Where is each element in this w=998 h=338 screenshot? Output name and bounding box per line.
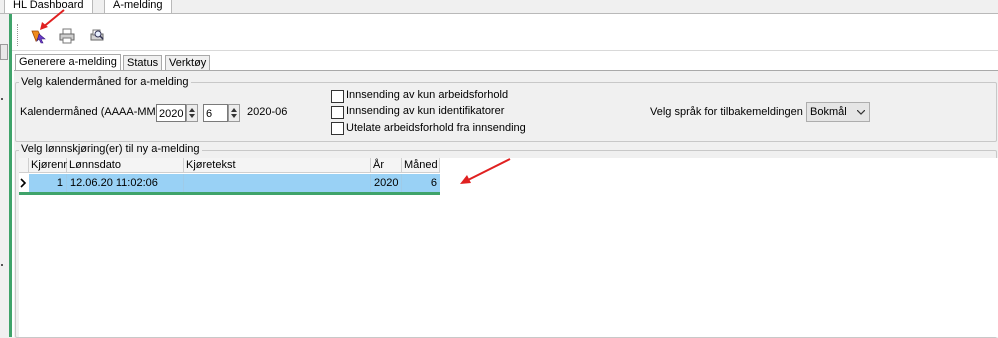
tab-label: A-melding bbox=[113, 0, 163, 11]
tab-verktoy[interactable]: Verktøy bbox=[165, 55, 211, 71]
column-header-ar[interactable]: År bbox=[371, 158, 402, 173]
language-label: Velg språk for tilbakemeldingen bbox=[650, 106, 803, 118]
checkbox-identifikatorer[interactable] bbox=[331, 106, 344, 119]
toolbar bbox=[12, 20, 998, 51]
tab-label: Verktøy bbox=[169, 57, 207, 69]
table-row[interactable]: 1 12.06.20 11:02:06 2020 6 bbox=[19, 174, 440, 192]
payroll-group-title: Velg lønnskjøring(er) til ny a-melding bbox=[19, 143, 202, 155]
row-indicator bbox=[19, 174, 29, 192]
period-result: 2020-06 bbox=[247, 106, 288, 118]
chevron-down-icon bbox=[189, 114, 195, 118]
column-header-kjoretekst[interactable]: Kjøretekst bbox=[184, 158, 371, 173]
tab-a-melding[interactable]: A-melding bbox=[104, 0, 172, 14]
chevron-down-icon bbox=[857, 110, 865, 115]
period-group-title: Velg kalendermåned for a-melding bbox=[19, 76, 191, 88]
annotation-arrow-icon bbox=[460, 158, 511, 184]
tab-generere-a-melding[interactable]: Generere a-melding bbox=[15, 54, 121, 71]
checkbox-label: Innsending av kun identifikatorer bbox=[346, 105, 505, 117]
column-header-kjorenr[interactable]: Kjørenr bbox=[29, 158, 67, 173]
chevron-down-icon bbox=[231, 114, 237, 118]
tab-status[interactable]: Status bbox=[123, 55, 163, 71]
month-field[interactable]: 6 bbox=[203, 104, 228, 122]
row-indicator-header bbox=[19, 158, 29, 173]
tab-label: Status bbox=[127, 57, 159, 69]
splitter-dot bbox=[1, 264, 3, 266]
collapse-handle[interactable] bbox=[0, 44, 8, 60]
checkbox-label: Utelate arbeidsforhold fra innsending bbox=[346, 122, 526, 134]
cell-maned: 6 bbox=[430, 177, 437, 189]
left-strip bbox=[0, 14, 9, 337]
chevron-up-icon bbox=[189, 108, 195, 112]
cell-kjoretekst bbox=[184, 174, 371, 192]
year-stepper[interactable] bbox=[186, 104, 198, 122]
toolbar-grip bbox=[17, 24, 19, 46]
cell-ar: 2020 bbox=[371, 174, 402, 192]
checkbox-utelate[interactable] bbox=[331, 122, 344, 135]
checkbox-arbeidsforhold[interactable] bbox=[331, 90, 344, 103]
language-select[interactable]: Bokmål bbox=[806, 102, 870, 122]
month-stepper[interactable] bbox=[228, 104, 240, 122]
language-value: Bokmål bbox=[810, 106, 847, 118]
chevron-up-icon bbox=[231, 108, 237, 112]
month-label: Kalendermåned (AAAA-MM) bbox=[20, 106, 160, 118]
annotation-arrow-icon bbox=[40, 9, 65, 30]
tab-label: Generere a-melding bbox=[19, 56, 117, 68]
print-preview-icon[interactable] bbox=[88, 28, 106, 44]
row-pointer-icon bbox=[20, 178, 27, 188]
cell-lonnsdato: 12.06.20 11:02:06 bbox=[67, 174, 184, 192]
column-header-lonnsdato[interactable]: Lønnsdato bbox=[67, 158, 184, 173]
splitter-dot bbox=[1, 98, 3, 100]
row-focus-underline bbox=[19, 192, 440, 195]
checkbox-label: Innsending av kun arbeidsforhold bbox=[346, 89, 509, 101]
cell-kjorenr: 1 bbox=[29, 174, 67, 192]
year-field[interactable]: 2020 bbox=[156, 104, 186, 122]
column-header-maned[interactable]: Måned bbox=[402, 158, 440, 173]
